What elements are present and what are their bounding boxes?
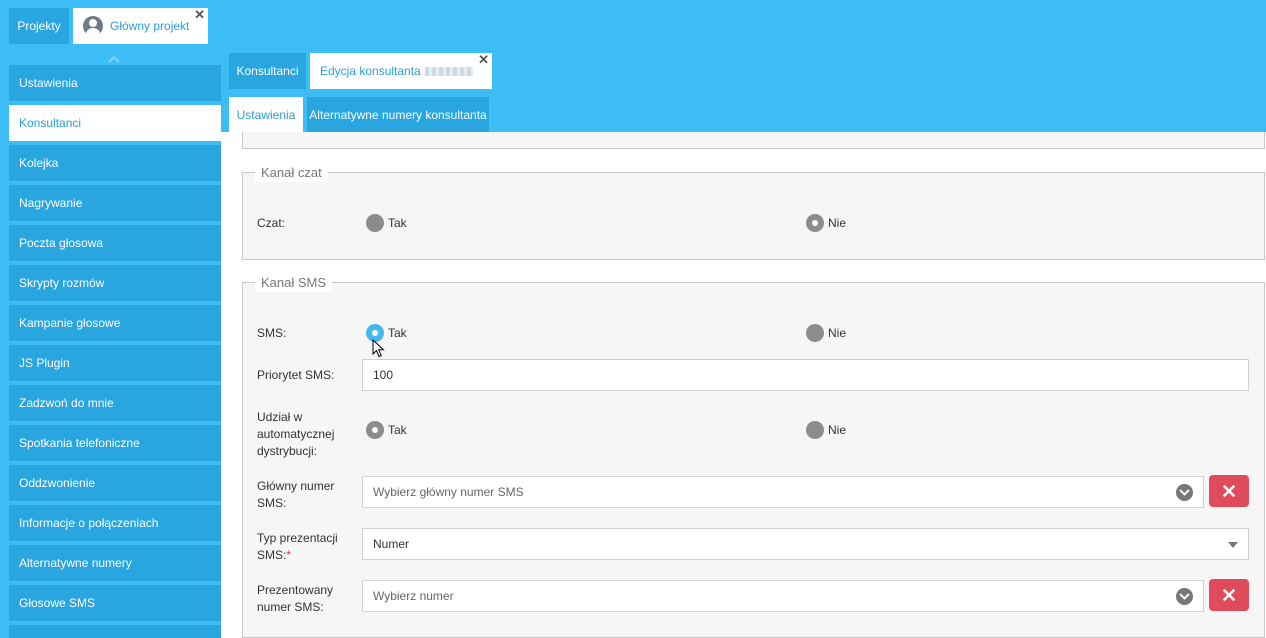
sidebar-item-call-me[interactable]: Zadzwoń do mnie <box>9 385 221 421</box>
radio-selected-icon <box>366 421 384 439</box>
chevron-down-icon[interactable] <box>1176 484 1193 501</box>
sidebar-item-call-scripts[interactable]: Skrypty rozmów <box>9 265 221 301</box>
radio-icon <box>806 421 824 439</box>
close-tab-icon[interactable]: ✕ <box>194 8 205 22</box>
presented-number-placeholder: Wybierz numer <box>373 589 454 603</box>
sms-yes-label: Tak <box>388 326 407 340</box>
sidebar-item-voice-campaigns[interactable]: Kampanie głosowe <box>9 305 221 341</box>
sidebar-item-alt-numbers[interactable]: Alternatywne numery <box>9 545 221 581</box>
auto-no-radio[interactable]: Nie <box>806 421 846 439</box>
auto-yes-radio[interactable]: Tak <box>366 421 407 439</box>
sms-section-legend: Kanał SMS <box>255 274 333 292</box>
tab-edit-consultant[interactable]: Edycja konsultanta ✕ <box>310 53 492 89</box>
presentation-type-select[interactable]: Numer <box>362 528 1249 560</box>
sidebar-item-voice-sms[interactable]: Głosowe SMS <box>9 585 221 621</box>
project-avatar-icon <box>83 16 103 36</box>
sidebar-item-js-plugin[interactable]: JS Plugin <box>9 345 221 381</box>
clear-presented-number-button[interactable] <box>1209 579 1249 611</box>
chat-no-radio[interactable]: Nie <box>806 214 846 232</box>
tab-consultants[interactable]: Konsultanci <box>229 53 306 89</box>
sidebar-item-call-info[interactable]: Informacje o połączeniach <box>9 505 221 541</box>
previous-section-box <box>242 132 1265 149</box>
required-marker: * <box>286 548 292 562</box>
auto-no-label: Nie <box>828 423 847 437</box>
auto-yes-label: Tak <box>388 423 407 437</box>
chevron-down-icon[interactable] <box>1176 588 1193 605</box>
sidebar-item-recording[interactable]: Nagrywanie <box>9 185 221 221</box>
close-tab-icon[interactable]: ✕ <box>478 53 489 67</box>
sidebar-item-consultants[interactable]: Konsultanci <box>9 105 221 141</box>
sms-priority-label: Priorytet SMS: <box>257 368 335 382</box>
subtab-alt-numbers[interactable]: Alternatywne numery konsultanta <box>307 97 489 133</box>
main-number-placeholder: Wybierz główny numer SMS <box>373 485 524 499</box>
auto-distribution-label: Udział w automatycznej dystrybucji: <box>257 409 334 460</box>
radio-icon <box>366 214 384 232</box>
sidebar-item-phone-meetings[interactable]: Spotkania telefoniczne <box>9 425 221 461</box>
radio-selected-icon <box>806 214 824 232</box>
sms-priority-input[interactable]: 100 <box>362 359 1249 391</box>
main-number-label-line: SMS: <box>257 496 287 510</box>
mouse-cursor-icon <box>372 339 385 358</box>
sms-no-radio[interactable]: Nie <box>806 324 846 342</box>
presented-number-label-line: numer SMS: <box>257 600 324 614</box>
caret-down-icon[interactable] <box>1228 542 1238 548</box>
presented-number-label: Prezentowany numer SMS: <box>257 582 333 616</box>
chat-no-label: Nie <box>828 216 847 230</box>
sms-label: SMS: <box>257 326 287 340</box>
chat-yes-label: Tak <box>388 216 407 230</box>
presentation-type-label: Typ prezentacji SMS:* <box>257 530 338 564</box>
main-number-label: Główny numer SMS: <box>257 478 334 512</box>
main-number-select[interactable]: Wybierz główny numer SMS <box>362 476 1204 508</box>
close-icon <box>1223 589 1235 601</box>
presentation-type-value: Numer <box>373 537 410 551</box>
presented-number-label-line: Prezentowany <box>257 583 334 597</box>
chat-section-legend: Kanał czat <box>255 164 328 182</box>
presentation-type-label-line: SMS:* <box>257 548 292 562</box>
chat-label: Czat: <box>257 216 286 230</box>
sidebar-item-settings[interactable]: Ustawienia <box>9 65 221 101</box>
tab-main-project-label: Główny projekt <box>110 19 190 33</box>
subtab-settings[interactable]: Ustawienia <box>229 97 303 133</box>
presentation-type-label-line: Typ prezentacji <box>257 531 338 545</box>
clear-main-number-button[interactable] <box>1209 475 1249 507</box>
auto-distribution-label-line: Udział w <box>257 410 303 424</box>
radio-icon <box>806 324 824 342</box>
redacted-name <box>424 66 473 76</box>
chevron-up-icon[interactable] <box>108 53 120 65</box>
tab-projects[interactable]: Projekty <box>9 8 69 44</box>
tab-main-project[interactable]: Główny projekt ✕ <box>73 8 208 44</box>
close-icon <box>1223 485 1235 497</box>
sidebar-item-voicemail[interactable]: Poczta głosowa <box>9 225 221 261</box>
auto-distribution-label-line: dystrybucji: <box>257 444 318 458</box>
chat-yes-radio[interactable]: Tak <box>366 214 407 232</box>
main-number-label-line: Główny numer <box>257 479 335 493</box>
sidebar-item-callback[interactable]: Oddzwonienie <box>9 465 221 501</box>
presented-number-select[interactable]: Wybierz numer <box>362 580 1204 612</box>
sidebar-item-queue[interactable]: Kolejka <box>9 145 221 181</box>
sms-no-label: Nie <box>828 326 847 340</box>
sidebar-item-more[interactable] <box>9 625 221 638</box>
tab-edit-consultant-label: Edycja konsultanta <box>320 64 421 78</box>
auto-distribution-label-line: automatycznej <box>257 427 335 441</box>
